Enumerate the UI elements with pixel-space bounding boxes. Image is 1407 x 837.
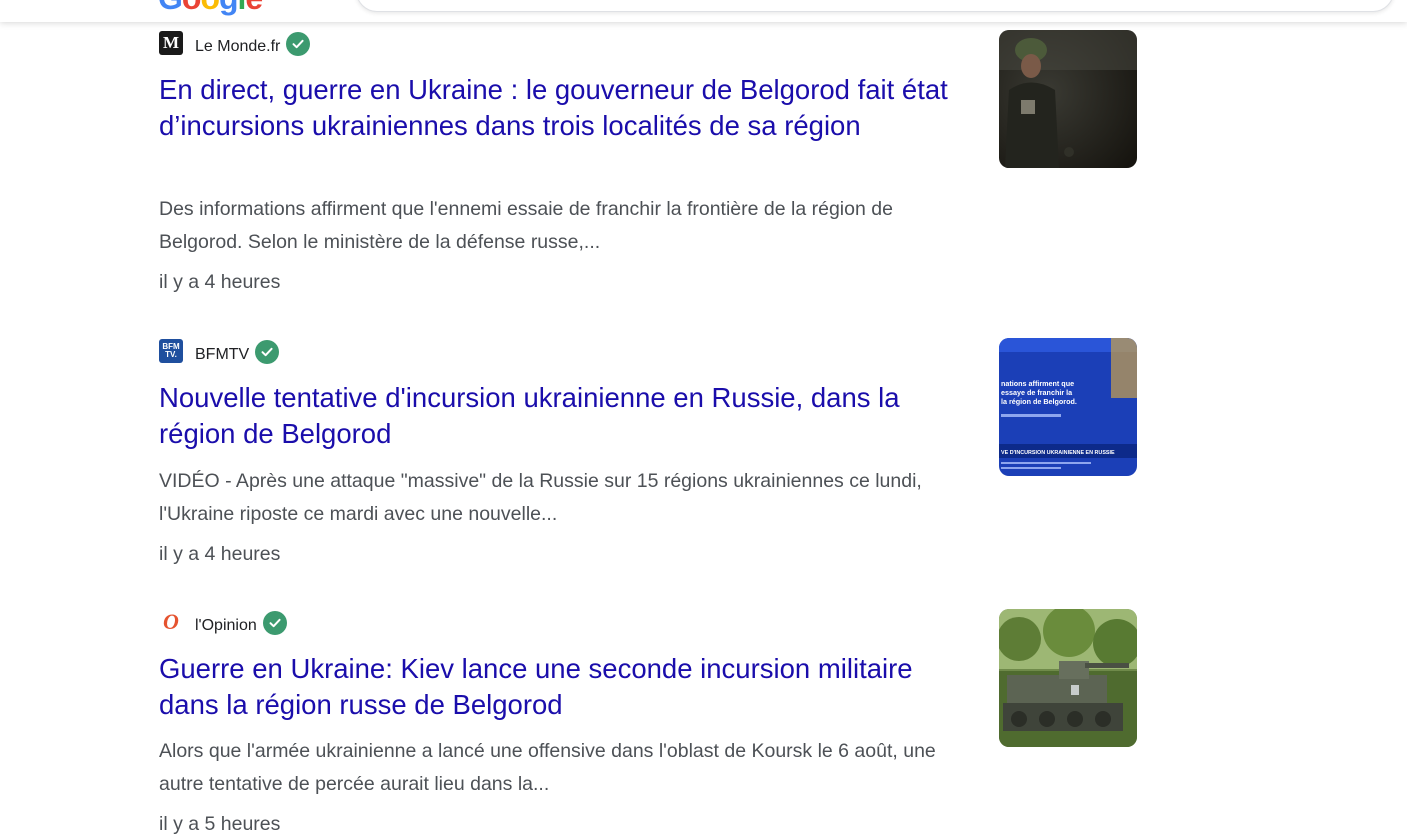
google-logo[interactable]: Google <box>158 0 263 14</box>
logo-letter: o <box>182 0 202 14</box>
favicon-letter: M <box>162 33 180 52</box>
bfmtv-favicon-icon: BFM TV. <box>159 339 183 363</box>
logo-letter: o <box>200 0 220 14</box>
source-row[interactable]: O l'Opinion <box>159 609 287 635</box>
verified-check-icon <box>262 611 287 635</box>
favicon-letter: O <box>163 610 179 634</box>
result-snippet: Des informations affirment que l'ennemi … <box>159 198 893 253</box>
source-name: BFMTV <box>195 346 250 363</box>
news-result: O l'Opinion Guerre en Ukraine: Kiev lanc… <box>159 609 1139 835</box>
result-snippet: VIDÉO - Après une attaque "massive" de l… <box>159 470 922 525</box>
source-row[interactable]: M Le Monde.fr <box>159 30 311 56</box>
news-result: BFM TV. BFMTV Nouvelle tentative d'incur… <box>159 338 1139 578</box>
logo-letter: g <box>219 0 239 14</box>
thumb-text-line: la région de Belgorod. <box>1001 397 1077 406</box>
verified-check-icon <box>286 32 311 56</box>
result-title-link[interactable]: Nouvelle tentative d'incursion ukrainien… <box>159 380 974 452</box>
verified-check-icon <box>255 340 280 364</box>
search-input[interactable] <box>356 0 1394 12</box>
source-name: l'Opinion <box>195 617 257 634</box>
result-thumbnail[interactable] <box>999 30 1137 168</box>
source-name: Le Monde.fr <box>195 38 281 55</box>
result-snippet: Alors que l'armée ukrainienne a lancé un… <box>159 740 936 795</box>
logo-letter: G <box>158 0 183 14</box>
thumb-text-line: nations affirment que <box>1001 379 1074 388</box>
logo-letter: l <box>238 0 247 14</box>
thumb-text-line: essaye de franchir la <box>1001 388 1073 397</box>
result-thumbnail[interactable]: nations affirment que essaye de franchir… <box>999 338 1137 476</box>
logo-letter: e <box>245 0 263 14</box>
favicon-letter: BFM TV. <box>162 342 180 359</box>
result-title-link[interactable]: En direct, guerre en Ukraine : le gouver… <box>159 72 974 144</box>
result-title-link[interactable]: Guerre en Ukraine: Kiev lance une second… <box>159 651 974 723</box>
thumb-text-line: VE D'INCURSION UKRAINIENNE EN RUSSIE <box>1001 450 1115 456</box>
search-header: Google <box>0 0 1407 22</box>
result-thumbnail[interactable] <box>999 609 1137 747</box>
result-timestamp: il y a 4 heures <box>159 543 281 565</box>
news-result: M Le Monde.fr En direct, guerre en Ukrai… <box>159 30 1139 300</box>
source-row[interactable]: BFM TV. BFMTV <box>159 338 280 364</box>
result-timestamp: il y a 5 heures <box>159 813 281 835</box>
lemonde-favicon-icon: M <box>159 31 183 55</box>
lopinion-favicon-icon: O <box>159 610 183 634</box>
result-timestamp: il y a 4 heures <box>159 271 281 293</box>
